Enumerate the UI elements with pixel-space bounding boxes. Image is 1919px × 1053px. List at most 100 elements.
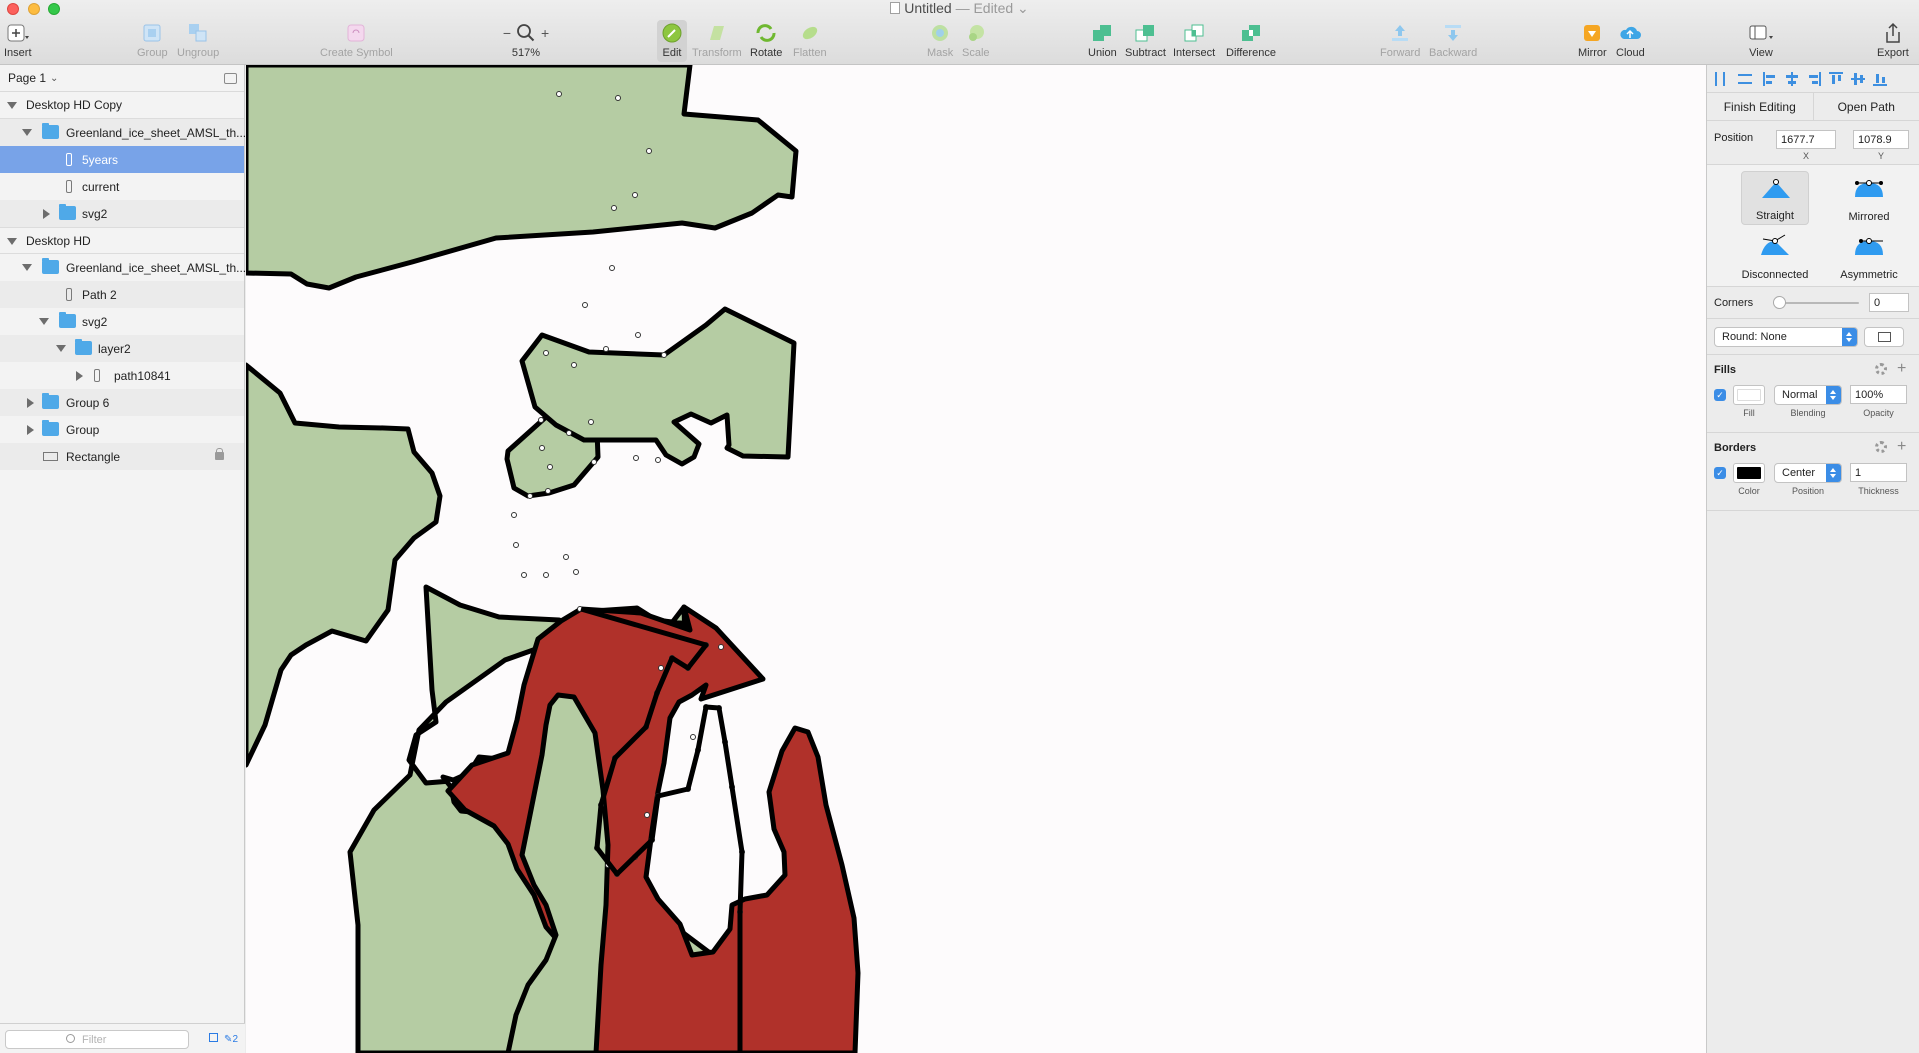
mask-button[interactable]: Mask: [927, 20, 953, 62]
mask-icon: [927, 20, 953, 46]
intersect-icon: [1181, 20, 1207, 46]
disclosure-closed-icon[interactable]: [27, 398, 34, 408]
send-backward-icon: [1440, 20, 1466, 46]
zoom-in-button[interactable]: +: [541, 25, 549, 41]
align-middle-icon[interactable]: [1851, 72, 1865, 86]
border-position-select[interactable]: Center: [1774, 463, 1842, 483]
open-path-button[interactable]: Open Path: [1812, 93, 1919, 120]
align-bottom-icon[interactable]: [1873, 72, 1887, 86]
round-to-pixel-button[interactable]: [1864, 327, 1904, 347]
disclosure-open-icon[interactable]: [7, 102, 17, 109]
layer-row-rectangle[interactable]: Rectangle: [0, 443, 244, 470]
align-right-icon[interactable]: [1807, 72, 1821, 86]
collapse-pages-icon[interactable]: [224, 73, 237, 84]
ungroup-button[interactable]: Ungroup: [177, 20, 219, 62]
window-title: Untitled — Edited ⌄: [0, 0, 1919, 16]
align-top-icon[interactable]: [1829, 72, 1843, 86]
corners-field[interactable]: [1869, 293, 1909, 312]
export-button[interactable]: Export: [1877, 20, 1909, 62]
folder-icon: [59, 312, 76, 328]
disclosure-open-icon[interactable]: [7, 238, 17, 245]
add-border-plus-icon[interactable]: +: [1897, 438, 1906, 456]
slices-count[interactable]: ✎2: [209, 1033, 238, 1045]
borders-header: Borders +: [1714, 438, 1907, 456]
position-x-field[interactable]: [1776, 130, 1836, 149]
border-thickness-field[interactable]: [1850, 463, 1907, 482]
mirror-button[interactable]: Mirror: [1578, 20, 1607, 62]
fill-opacity-field[interactable]: [1850, 385, 1907, 404]
transform-button[interactable]: Transform: [692, 20, 742, 62]
layer-row-compound-path[interactable]: path10841: [0, 362, 244, 389]
border-color-swatch[interactable]: [1733, 463, 1765, 483]
title-chevron-icon[interactable]: ⌄: [1017, 0, 1029, 16]
point-type-straight[interactable]: Straight: [1741, 171, 1809, 225]
layer-row-path[interactable]: Path 2: [0, 281, 244, 308]
lock-icon[interactable]: [215, 448, 224, 460]
create-symbol-button[interactable]: Create Symbol: [320, 20, 393, 62]
add-fill-plus-icon[interactable]: +: [1897, 360, 1906, 378]
borders-settings-gear-icon[interactable]: [1875, 441, 1887, 453]
point-type-asymmetric[interactable]: Asymmetric: [1835, 229, 1903, 283]
layer-row-group[interactable]: Greenland_ice_sheet_AMSL_th...: [0, 254, 246, 281]
disclosure-open-icon[interactable]: [22, 264, 32, 271]
corners-slider-track[interactable]: [1777, 302, 1859, 304]
cloud-button[interactable]: Cloud: [1616, 20, 1645, 62]
layer-row-group[interactable]: svg2: [0, 308, 244, 335]
forward-button[interactable]: Forward: [1380, 20, 1420, 62]
difference-button[interactable]: Difference: [1226, 20, 1276, 62]
fills-settings-gear-icon[interactable]: [1875, 363, 1887, 375]
edit-button[interactable]: Edit: [657, 20, 687, 62]
layer-row-group[interactable]: svg2: [0, 200, 244, 227]
point-type-mirrored[interactable]: Mirrored: [1835, 171, 1903, 225]
mirrored-point-icon: [1855, 180, 1883, 197]
disclosure-open-icon[interactable]: [56, 345, 66, 352]
layer-row-group[interactable]: Group 6: [0, 389, 244, 416]
layer-row-group[interactable]: layer2: [0, 335, 244, 362]
border-enabled-checkbox[interactable]: ✓: [1714, 467, 1726, 479]
corners-slider-knob[interactable]: [1773, 296, 1786, 309]
subtract-button[interactable]: Subtract: [1125, 20, 1166, 62]
disclosure-open-icon[interactable]: [39, 318, 49, 325]
align-left-icon[interactable]: [1763, 72, 1777, 86]
distribute-vertical-icon[interactable]: [1738, 72, 1752, 86]
distribute-horizontal-icon[interactable]: [1715, 72, 1729, 86]
layer-row-artboard[interactable]: Desktop HD Copy: [0, 92, 244, 119]
group-button[interactable]: Group: [137, 20, 168, 62]
layer-row-group[interactable]: Greenland_ice_sheet_AMSL_th...: [0, 119, 246, 146]
canvas[interactable]: [246, 65, 1706, 1053]
scale-button[interactable]: Scale: [962, 20, 990, 62]
rotate-button[interactable]: Rotate: [750, 20, 782, 62]
flatten-button[interactable]: Flatten: [793, 20, 827, 62]
layer-row-artboard[interactable]: Desktop HD: [0, 227, 244, 254]
layer-row-group[interactable]: Group: [0, 416, 244, 443]
zoom-out-button[interactable]: −: [503, 25, 511, 41]
view-layout-icon: [1748, 20, 1774, 46]
intersect-button[interactable]: Intersect: [1173, 20, 1215, 62]
disclosure-open-icon[interactable]: [22, 129, 32, 136]
layers-panel: Page 1 ⌄ Desktop HD Copy Greenland_ice_s…: [0, 65, 246, 1053]
finish-editing-button[interactable]: Finish Editing: [1707, 93, 1813, 120]
layer-row-path[interactable]: current: [0, 173, 244, 200]
union-button[interactable]: Union: [1088, 20, 1117, 62]
map-drawing[interactable]: [246, 65, 1706, 1053]
point-type-disconnected[interactable]: Disconnected: [1741, 229, 1809, 283]
backward-button[interactable]: Backward: [1429, 20, 1477, 62]
fill-blending-select[interactable]: Normal: [1774, 385, 1842, 405]
position-y-field[interactable]: [1853, 130, 1909, 149]
border-row: ✓ Center Color Position Thickness: [1707, 463, 1919, 511]
disclosure-closed-icon[interactable]: [27, 425, 34, 435]
position-row: Position X Y: [1707, 121, 1919, 165]
insert-button[interactable]: Insert: [4, 20, 32, 62]
page-selector[interactable]: Page 1 ⌄: [0, 65, 244, 92]
inspector-panel: Finish Editing Open Path Position X Y St…: [1706, 65, 1919, 1053]
round-select[interactable]: Round: None: [1714, 327, 1858, 347]
select-arrows-icon: [1826, 464, 1841, 482]
fill-enabled-checkbox[interactable]: ✓: [1714, 389, 1726, 401]
view-button[interactable]: View: [1748, 20, 1774, 62]
filter-input[interactable]: [5, 1030, 189, 1049]
layer-row-path-selected[interactable]: 5years: [0, 146, 244, 173]
align-center-icon[interactable]: [1785, 72, 1799, 86]
disclosure-closed-icon[interactable]: [43, 209, 50, 219]
fill-color-swatch[interactable]: [1733, 385, 1765, 405]
disclosure-closed-icon[interactable]: [76, 371, 83, 381]
